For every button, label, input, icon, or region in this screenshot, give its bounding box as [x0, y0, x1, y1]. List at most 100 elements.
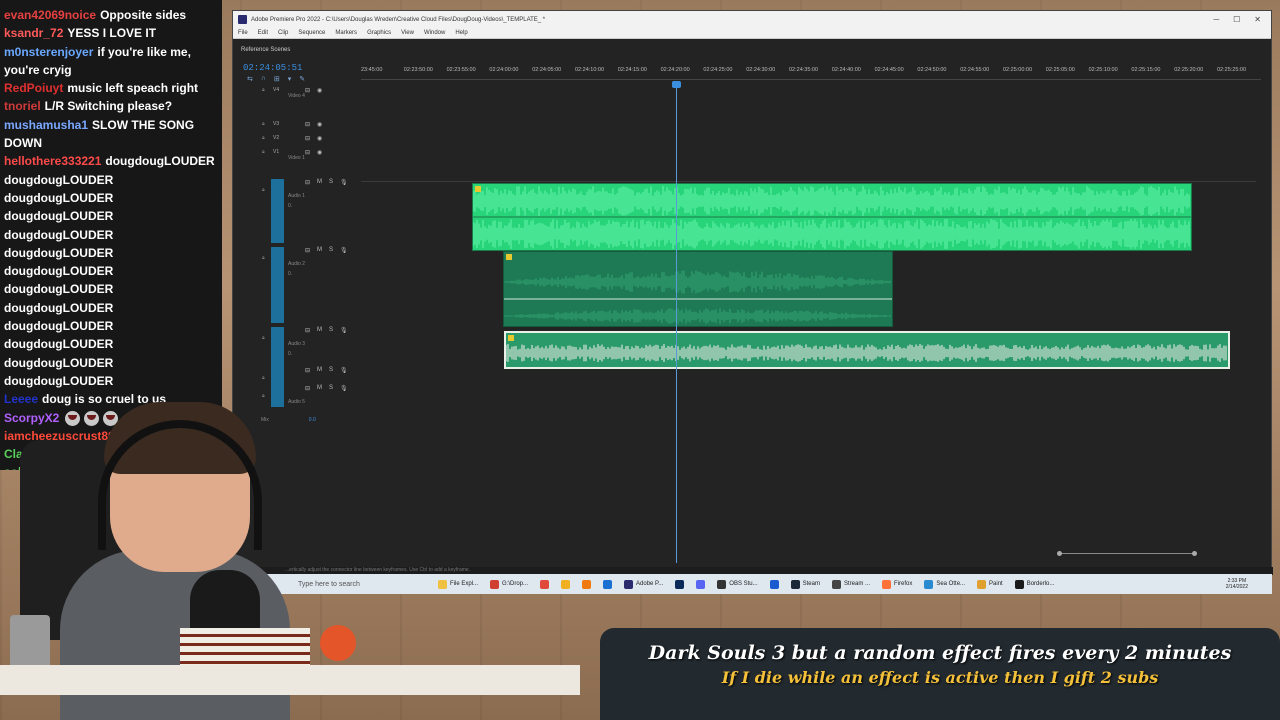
mute-button[interactable]: M [317, 367, 322, 374]
taskbar-app-button[interactable] [540, 579, 550, 589]
eye-icon[interactable]: ◉ [317, 149, 322, 156]
mic-icon[interactable]: 🎙︎ [340, 367, 348, 374]
taskbar-app-button[interactable]: Adobe P... [624, 579, 663, 589]
linked-selection-icon[interactable]: ⊞ [274, 75, 280, 83]
solo-button[interactable]: S [329, 327, 333, 334]
mute-button[interactable]: M [317, 385, 322, 392]
audio-clip-a3-selected[interactable] [504, 331, 1230, 369]
nest-toggle-icon[interactable]: ⇆ [247, 75, 253, 83]
taskbar-app-button[interactable] [696, 579, 706, 589]
menu-item-edit[interactable]: Edit [258, 30, 268, 36]
menu-item-window[interactable]: Window [424, 30, 445, 36]
sync-lock-icon[interactable]: ⊟ [305, 247, 310, 254]
taskbar-app-button[interactable] [603, 579, 613, 589]
sync-lock-icon[interactable]: ⊟ [305, 367, 310, 374]
track-lock-icon[interactable]: 🔒︎ [262, 393, 265, 399]
menu-item-markers[interactable]: Markers [335, 30, 357, 36]
source-patch-bar[interactable] [271, 247, 284, 323]
mic-icon[interactable]: 🎙︎ [340, 179, 348, 186]
mute-button[interactable]: M [317, 179, 322, 186]
eye-icon[interactable]: ◉ [317, 121, 322, 128]
track-lock-icon[interactable]: 🔒︎ [262, 87, 265, 93]
track-lock-icon[interactable]: 🔒︎ [262, 121, 265, 127]
taskbar-app-button[interactable]: Stream ... [831, 579, 870, 589]
solo-button[interactable]: S [329, 385, 333, 392]
track-lock-icon[interactable]: 🔒︎ [262, 255, 265, 261]
track-lock-icon[interactable]: 🔒︎ [262, 149, 265, 155]
taskbar-app-button[interactable]: Sea Otte... [924, 579, 965, 589]
eye-icon[interactable]: ◉ [317, 135, 322, 142]
solo-button[interactable]: S [329, 247, 333, 254]
track-id[interactable]: V1 [273, 149, 279, 155]
menu-item-sequence[interactable]: Sequence [298, 30, 325, 36]
track-lock-icon[interactable]: 🔒︎ [262, 135, 265, 141]
source-patch-bar[interactable] [271, 179, 284, 243]
playhead-timecode[interactable]: 02:24:05:51 [243, 63, 302, 73]
taskbar-app-button[interactable] [769, 579, 779, 589]
track-lock-icon[interactable]: 🔒︎ [262, 375, 265, 381]
track-id[interactable]: V2 [273, 135, 279, 141]
taskbar-app-button[interactable]: Firefox [882, 579, 912, 589]
mute-button[interactable]: M [317, 247, 322, 254]
tab-reference-scenes[interactable]: Reference Scenes [241, 47, 290, 53]
taskbar-app-button[interactable] [582, 579, 592, 589]
track-id[interactable]: V4 [273, 87, 279, 93]
mic-icon[interactable]: 🎙︎ [340, 385, 348, 392]
taskbar-app-button[interactable]: Borderlo... [1014, 579, 1054, 589]
wrench-icon[interactable]: ✎ [299, 75, 305, 83]
chat-username[interactable]: evan42069noice [4, 8, 96, 22]
solo-button[interactable]: S [329, 179, 333, 186]
time-ruler[interactable]: 23:45:00 02:23:50:00 02:23:55:00 02:24:00:0… [361, 67, 1261, 79]
taskbar-app-button[interactable]: OBS Stu... [717, 579, 758, 589]
taskbar-clock[interactable]: 2:33 PM 2/14/2022 [1226, 578, 1272, 590]
chat-username[interactable]: RedPoiuyt [4, 81, 63, 95]
chat-username[interactable]: mushamusha1 [4, 118, 88, 132]
timeline-tracks[interactable] [361, 81, 1256, 563]
taskbar-app-button[interactable] [561, 579, 571, 589]
track-volume[interactable]: 0. [288, 271, 292, 277]
sync-lock-icon[interactable]: ⊟ [305, 327, 310, 334]
menu-item-clip[interactable]: Clip [278, 30, 288, 36]
chat-username[interactable]: hellothere333221 [4, 154, 101, 168]
menu-item-graphics[interactable]: Graphics [367, 30, 391, 36]
chat-username[interactable]: ksandr_72 [4, 26, 63, 40]
taskbar-app-button[interactable]: Steam [790, 579, 820, 589]
playhead-line[interactable] [676, 85, 677, 563]
chat-username[interactable]: m0nsterenjoyer [4, 45, 93, 59]
audio-clip-a1[interactable] [472, 183, 1192, 251]
taskbar-app-button[interactable]: G:\Drop... [490, 579, 528, 589]
source-patch-bar[interactable] [271, 327, 284, 407]
sync-lock-icon[interactable]: ⊟ [305, 121, 310, 128]
menu-item-help[interactable]: Help [455, 30, 467, 36]
sync-lock-icon[interactable]: ⊟ [305, 135, 310, 142]
playhead-handle[interactable] [672, 81, 681, 88]
mute-button[interactable]: M [317, 327, 322, 334]
mic-icon[interactable]: 🎙︎ [340, 247, 348, 254]
audio-clip-a2[interactable] [503, 251, 893, 327]
taskbar-app-button[interactable]: File Expl... [438, 579, 478, 589]
chat-username[interactable]: tnoriel [4, 99, 41, 113]
track-volume[interactable]: 0. [288, 351, 292, 357]
track-lock-icon[interactable]: 🔒︎ [262, 187, 265, 193]
sync-lock-icon[interactable]: ⊟ [305, 149, 310, 156]
taskbar-app-button[interactable]: Paint [977, 579, 1003, 589]
sync-lock-icon[interactable]: ⊟ [305, 385, 310, 392]
snap-icon[interactable]: ∩ [261, 75, 266, 83]
menu-item-file[interactable]: File [238, 30, 248, 36]
add-marker-icon[interactable]: ▾ [288, 75, 292, 83]
track-lock-icon[interactable]: 🔒︎ [262, 335, 265, 341]
sync-lock-icon[interactable]: ⊟ [305, 87, 310, 94]
timeline-horizontal-scrollbar[interactable] [1057, 551, 1197, 556]
mic-icon[interactable]: 🎙︎ [340, 327, 348, 334]
solo-button[interactable]: S [329, 367, 333, 374]
menu-item-view[interactable]: View [401, 30, 414, 36]
premiere-window[interactable]: Adobe Premiere Pro 2022 - C:\Users\Dougl… [232, 10, 1273, 593]
eye-icon[interactable]: ◉ [317, 87, 322, 94]
sync-lock-icon[interactable]: ⊟ [305, 179, 310, 186]
close-icon[interactable]: ✕ [1254, 15, 1261, 24]
taskbar-app-button[interactable] [675, 579, 685, 589]
minimize-icon[interactable]: ─ [1213, 15, 1219, 24]
track-id[interactable]: V3 [273, 121, 279, 127]
track-volume[interactable]: 0. [288, 203, 292, 209]
maximize-icon[interactable]: ☐ [1233, 15, 1240, 24]
